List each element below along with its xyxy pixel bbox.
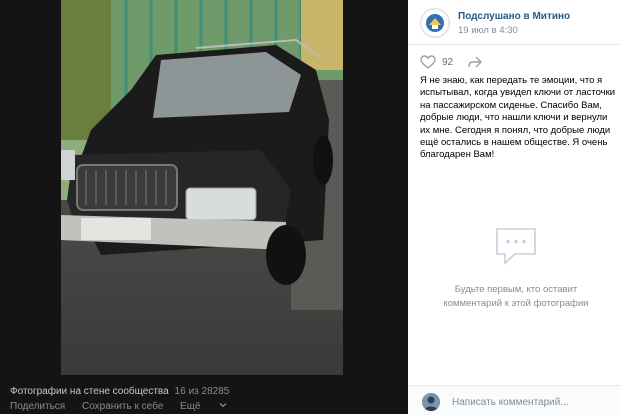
comment-input[interactable] xyxy=(452,394,602,410)
post-date[interactable]: 19 июл в 4:30 xyxy=(458,25,570,36)
empty-comments-line-1: Будьте первым, кто оставит xyxy=(454,284,578,295)
empty-comments: Будьте первым, кто оставит комментарий к… xyxy=(436,226,596,311)
empty-comments-text: Будьте первым, кто оставит комментарий к… xyxy=(436,283,596,311)
community-name[interactable]: Подслушано в Митино xyxy=(458,11,570,22)
photo-viewer: Фотографии на стене сообщества 16 из 2828… xyxy=(0,0,408,414)
car-photo[interactable] xyxy=(61,0,343,375)
like-count: 92 xyxy=(442,56,454,68)
post-sidebar: Подслушано в Митино 19 июл в 4:30 92 Я н… xyxy=(408,0,620,415)
chevron-down-icon xyxy=(219,403,227,408)
share-photo-button[interactable]: Поделиться xyxy=(10,401,65,412)
photo-actions: Поделиться Сохранить к себе Ещё xyxy=(10,401,241,412)
album-info: Фотографии на стене сообщества 16 из 2828… xyxy=(10,386,229,397)
share-arrow-icon[interactable] xyxy=(467,55,483,69)
reactions-row: 92 xyxy=(420,55,483,69)
community-logo xyxy=(422,10,448,36)
heart-icon[interactable] xyxy=(420,55,436,69)
comment-bubble-icon xyxy=(496,228,536,265)
community-avatar[interactable] xyxy=(420,8,450,38)
divider xyxy=(408,44,620,45)
user-avatar-image xyxy=(422,393,440,411)
photo-counter: 16 из 28285 xyxy=(174,386,230,397)
save-photo-button[interactable]: Сохранить к себе xyxy=(82,401,163,412)
user-avatar xyxy=(422,393,440,411)
car-photo-illustration xyxy=(61,0,343,375)
album-link[interactable]: Фотографии на стене сообщества xyxy=(10,386,169,397)
post-caption: Я не знаю, как передать те эмоции, что я… xyxy=(420,75,616,161)
more-button[interactable]: Ещё xyxy=(180,401,227,412)
comment-composer xyxy=(408,385,620,415)
more-label: Ещё xyxy=(180,401,201,412)
empty-comments-line-2: комментарий к этой фотографии xyxy=(443,298,589,309)
post-author: Подслушано в Митино 19 июл в 4:30 xyxy=(420,8,570,38)
